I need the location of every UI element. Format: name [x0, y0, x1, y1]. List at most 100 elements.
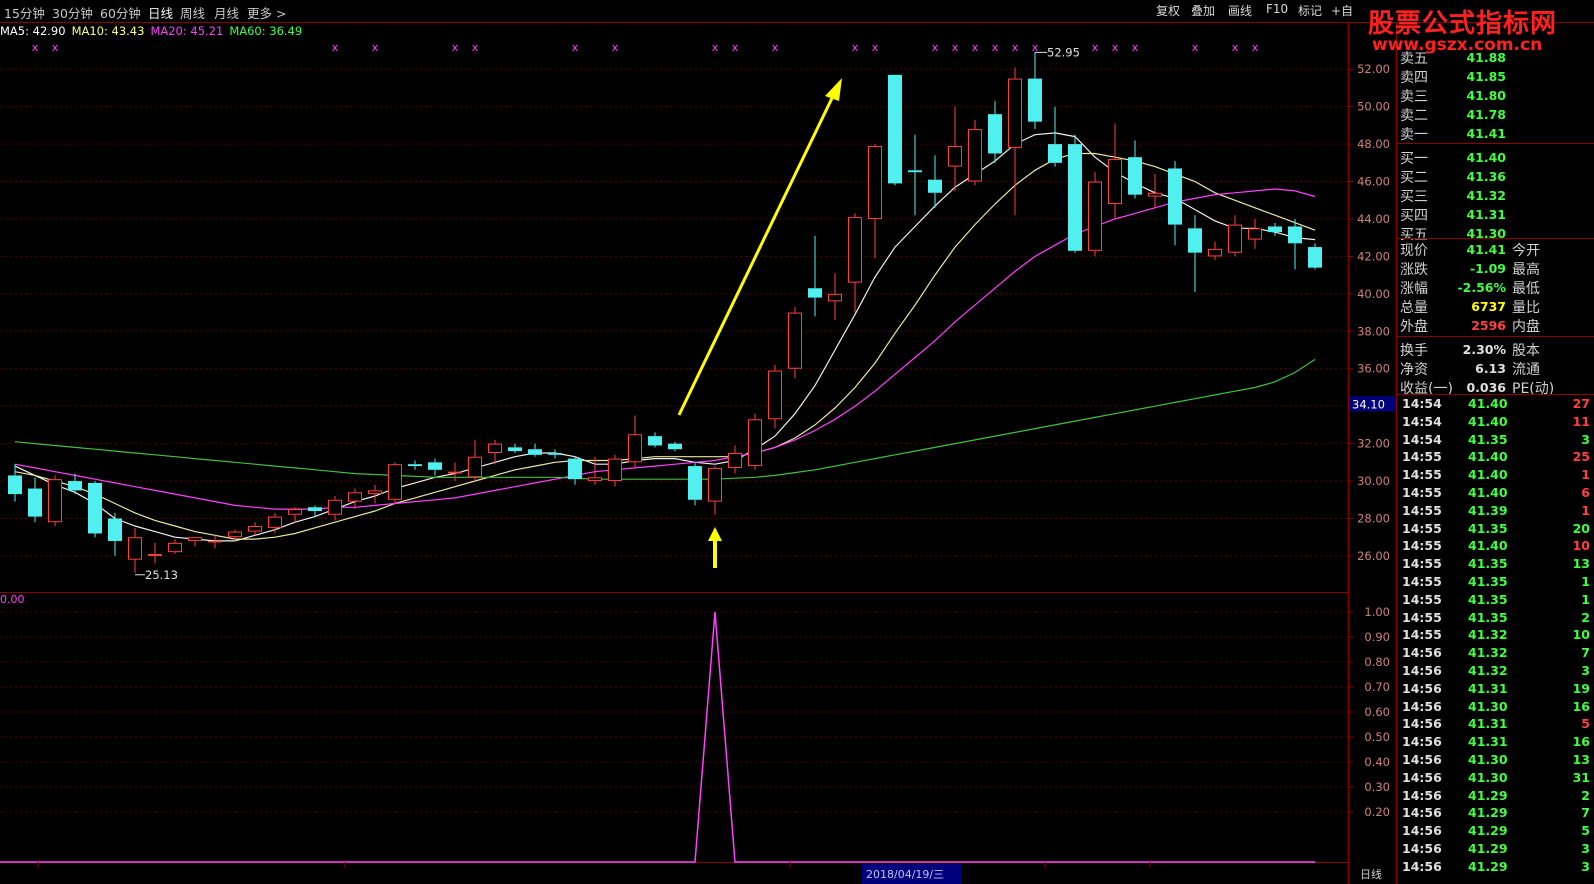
trend-arrow-head [825, 78, 842, 101]
tick-price: 41.32 [1468, 663, 1508, 678]
signal-marker: x [1012, 41, 1019, 54]
tick-time: 14:55 [1402, 502, 1442, 518]
quote-value: 2596 [1471, 318, 1506, 333]
tick-time: 14:56 [1402, 805, 1442, 821]
tick-volume: 27 [1572, 396, 1590, 411]
order-book-label: 卖四 [1400, 70, 1428, 86]
order-book-price: 41.80 [1466, 88, 1506, 103]
tick-price: 41.40 [1468, 467, 1508, 483]
candle-up [228, 531, 242, 538]
period-tab-3[interactable]: 日线 [148, 3, 173, 22]
order-book-sep [1397, 143, 1594, 144]
toolbar-button-3[interactable]: F10 [1266, 2, 1288, 16]
tick-volume: 25 [1572, 449, 1590, 465]
indicator-value-label: 0.00 [0, 593, 25, 606]
signal-marker: x [452, 41, 459, 54]
tick-price: 41.30 [1468, 698, 1508, 714]
tick-price: 41.35 [1468, 431, 1508, 447]
candle-up [368, 490, 382, 495]
tick-price: 41.29 [1468, 787, 1508, 803]
candle-down [528, 449, 542, 455]
signal-marker: x [1112, 41, 1119, 54]
candle-up [288, 509, 302, 515]
tick-time: 14:56 [1402, 752, 1442, 767]
tick-row: 14:55 41.35 13 [1402, 556, 1594, 574]
candle-up [148, 554, 162, 556]
tick-volume: 13 [1572, 556, 1590, 572]
tick-row: 14:56 41.29 3 [1402, 859, 1594, 877]
toolbar-button-1[interactable]: 叠加 [1191, 2, 1215, 19]
signal-marker: x [1252, 41, 1259, 54]
candle-up [588, 477, 602, 482]
signal-marker: x [1192, 41, 1199, 54]
tick-volume: 7 [1581, 805, 1590, 821]
tick-volume: 3 [1581, 663, 1590, 678]
ma-legend: MA5: 42.90 MA10: 43.43 MA20: 45.21 MA60: 36… [0, 24, 308, 38]
candle-down [308, 507, 322, 511]
quote-label-2: 今开 [1512, 243, 1540, 259]
tick-row: 14:56 41.32 3 [1402, 663, 1594, 681]
price-tick-label: 48.00 [1357, 137, 1390, 151]
period-toolbar: 15分钟 30分钟 60分钟 日线 周线 月线 更多 > 复权 叠加 画线 F10 标记 +自 [0, 0, 1594, 22]
signal-marker: x [572, 41, 579, 54]
tick-row: 14:55 41.40 10 [1402, 538, 1594, 556]
candle-down [1168, 168, 1182, 225]
toolbar-button-5[interactable]: +自 [1331, 2, 1353, 19]
ma-line-ma20 [14, 188, 1316, 510]
period-tab-4[interactable]: 周线 [180, 3, 205, 22]
tick-time: 14:55 [1402, 520, 1442, 536]
tick-price: 41.32 [1468, 627, 1508, 643]
tick-volume: 2 [1581, 787, 1590, 803]
tick-row: 14:56 41.30 16 [1402, 698, 1594, 717]
period-tab-6[interactable]: 更多 > [247, 3, 286, 22]
toolbar-button-2[interactable]: 画线 [1228, 2, 1252, 19]
tick-row: 14:54 41.40 27 [1402, 396, 1594, 414]
tick-price: 41.29 [1468, 823, 1508, 839]
signal-marker: x [992, 41, 999, 54]
indicator-tick-label: 0.90 [1364, 630, 1390, 644]
candle-up [1208, 248, 1222, 257]
toolbar-button-0[interactable]: 复权 [1156, 2, 1180, 19]
period-tab-1[interactable]: 30分钟 [52, 3, 93, 22]
candle-up [1008, 78, 1022, 148]
period-tab-5[interactable]: 月线 [214, 3, 239, 22]
price-tick-label: 46.00 [1357, 175, 1390, 189]
tick-volume: 1 [1581, 574, 1590, 589]
tick-time: 14:56 [1402, 663, 1442, 678]
candle-down [68, 481, 82, 491]
quote-label-2: 量比 [1512, 300, 1540, 316]
order-book-label: 卖三 [1400, 89, 1428, 105]
candle-down [548, 452, 562, 455]
tick-row: 14:56 41.31 16 [1402, 734, 1594, 752]
kline-chart[interactable]: 52.0050.0048.0046.0044.0042.0040.0038.00… [0, 0, 1594, 884]
tick-volume: 20 [1572, 520, 1590, 536]
tick-time: 14:56 [1402, 716, 1442, 732]
period-tab-2[interactable]: 60分钟 [100, 3, 141, 22]
quote-label-2: 流通 [1512, 362, 1540, 378]
signal-marker: x [932, 41, 939, 54]
tick-price: 41.31 [1468, 716, 1508, 732]
indicator-tick-label: 0.80 [1364, 655, 1390, 669]
tick-price: 41.40 [1468, 413, 1508, 429]
price-tick-label: 40.00 [1357, 287, 1390, 301]
tick-time: 14:56 [1402, 858, 1442, 874]
tick-price: 41.35 [1468, 609, 1508, 625]
candle-down [568, 458, 582, 480]
quote-value: 0.036 [1466, 380, 1506, 395]
price-tick-label: 26.00 [1357, 549, 1390, 563]
tick-row: 14:54 41.35 3 [1402, 431, 1594, 450]
tick-volume: 1 [1581, 502, 1590, 518]
tick-row: 14:55 41.35 1 [1402, 574, 1594, 592]
candle-up [448, 471, 462, 474]
signal-marker: x [732, 41, 739, 54]
candle-up [388, 464, 402, 500]
price-tick-label: 36.00 [1357, 362, 1390, 376]
quote-label: 外盘 [1400, 319, 1428, 335]
period-tab-0[interactable]: 15分钟 [4, 3, 45, 22]
toolbar-button-4[interactable]: 标记 [1298, 2, 1322, 19]
ma-line-ma60 [14, 358, 1316, 480]
indicator-tick-label: 0.20 [1364, 805, 1390, 819]
candle-down [8, 475, 22, 495]
quote-label: 换手 [1400, 343, 1428, 359]
tick-price: 41.30 [1468, 769, 1508, 785]
